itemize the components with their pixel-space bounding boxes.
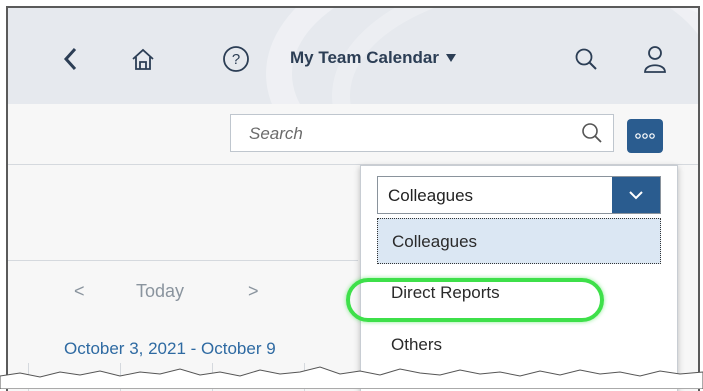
previous-week-icon[interactable]: < (74, 281, 85, 302)
shell-bar: ? My Team Calendar (8, 8, 698, 224)
help-icon[interactable]: ? (221, 44, 251, 74)
torn-edge (0, 366, 703, 389)
app-title-menu[interactable]: My Team Calendar (290, 48, 457, 68)
divider (8, 260, 358, 261)
overflow-icon (635, 133, 655, 139)
today-button[interactable]: Today (136, 281, 184, 302)
highlight-ellipse (346, 278, 604, 322)
overflow-button[interactable] (627, 119, 663, 153)
search-field[interactable]: Search (230, 114, 614, 152)
caret-down-icon (445, 54, 456, 62)
option-colleagues[interactable]: Colleagues (377, 218, 661, 264)
next-week-icon[interactable]: > (248, 281, 259, 302)
search-placeholder: Search (249, 124, 303, 143)
search-icon[interactable] (571, 44, 601, 74)
toolbar: Search (8, 104, 698, 165)
search-icon[interactable] (581, 122, 603, 149)
option-label: Colleagues (392, 232, 478, 251)
date-range: October 3, 2021 - October 9 (64, 339, 276, 358)
app-title: My Team Calendar (290, 48, 439, 67)
svg-text:?: ? (232, 51, 240, 68)
home-icon[interactable] (128, 44, 158, 74)
back-icon[interactable] (56, 44, 86, 74)
chevron-down-icon[interactable] (612, 177, 660, 213)
app-window: ? My Team Calendar Search < Today > Octo… (6, 6, 700, 391)
option-label: Others (391, 335, 443, 354)
view-select[interactable]: Colleagues (377, 176, 661, 214)
user-icon[interactable] (640, 44, 670, 74)
select-value: Colleagues (388, 186, 474, 205)
